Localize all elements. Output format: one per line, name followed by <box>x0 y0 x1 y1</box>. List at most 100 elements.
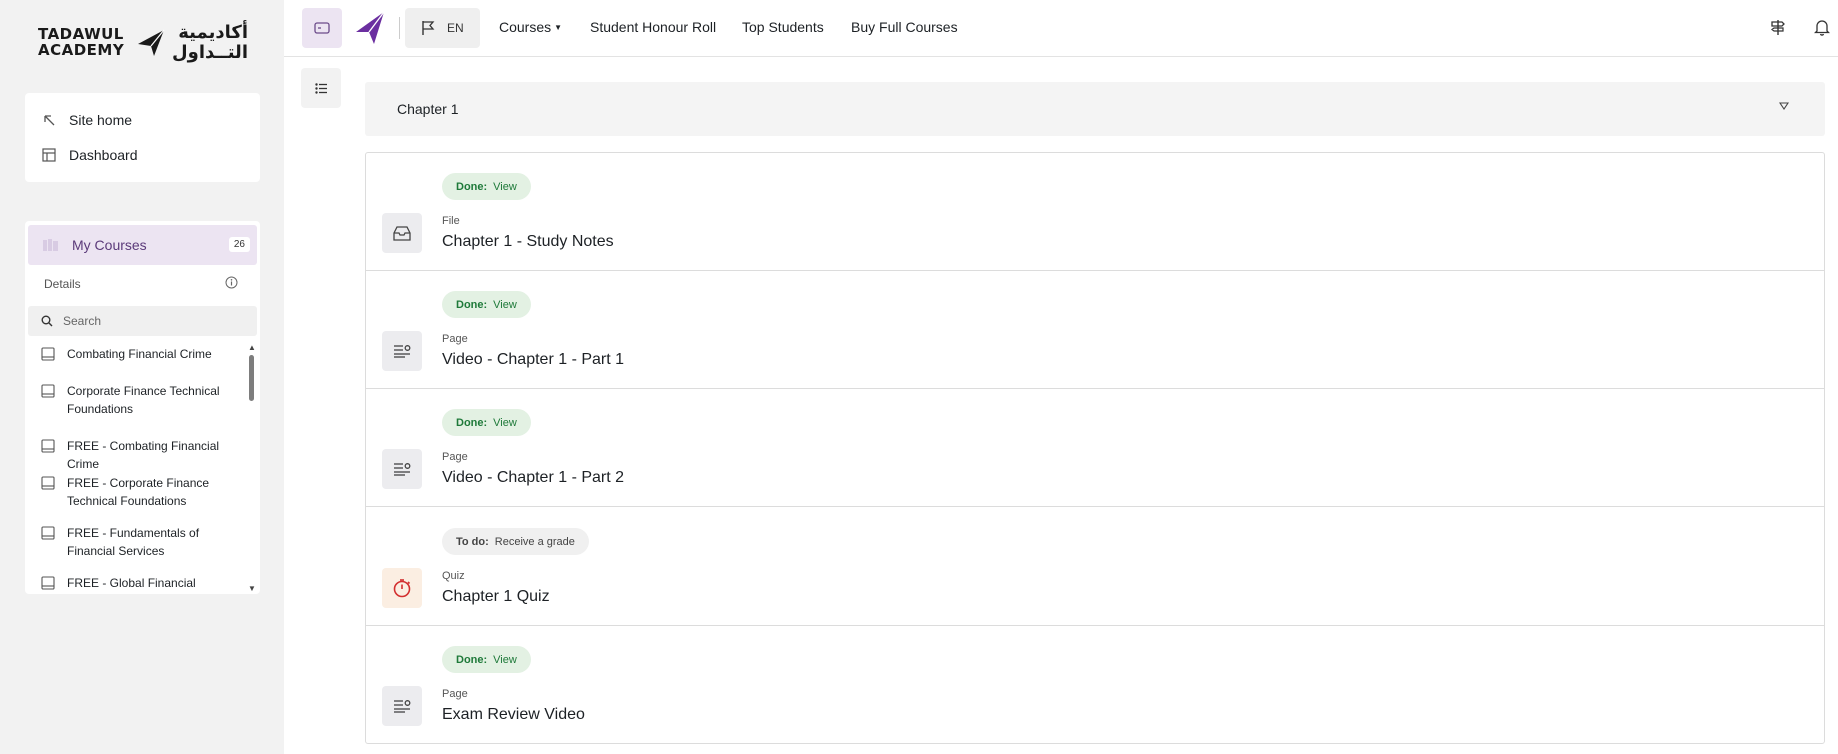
book-icon <box>41 476 55 490</box>
quiz-timer-icon <box>382 568 422 608</box>
completion-status-text: View <box>493 180 517 193</box>
courses-menu-label: Courses <box>499 19 552 35</box>
page-icon <box>382 449 422 489</box>
list-item[interactable]: FREE - Corporate Finance Technical Found… <box>41 474 241 510</box>
activity-type: Page <box>442 451 468 463</box>
nav-site-home-label: Site home <box>69 112 133 128</box>
completion-status-text: View <box>493 416 517 429</box>
buy-full-courses-link[interactable]: Buy Full Courses <box>851 19 958 35</box>
logo-plane-icon <box>138 29 165 56</box>
activity-type: Page <box>442 333 468 345</box>
language-button[interactable]: EN <box>405 8 480 48</box>
nav-site-home[interactable]: Site home <box>41 110 132 130</box>
section-header[interactable]: Chapter 1 <box>365 82 1825 136</box>
left-drawer: TADAWUL ACADEMY أكاديمية التــداول Site … <box>0 0 284 754</box>
my-courses-count-badge: 26 <box>228 237 250 252</box>
activity-name-link[interactable]: Exam Review Video <box>442 706 585 724</box>
completion-status-label: Done: <box>456 298 488 311</box>
language-label: EN <box>447 21 464 35</box>
dashboard-icon <box>41 147 57 163</box>
completion-status-text: View <box>493 298 517 311</box>
completion-status-badge[interactable]: To do: Receive a grade <box>442 528 589 555</box>
completion-status-badge[interactable]: Done: View <box>442 409 531 436</box>
completion-status-label: Done: <box>456 416 488 429</box>
book-icon <box>41 347 55 361</box>
student-honour-roll-link[interactable]: Student Honour Roll <box>590 19 716 35</box>
activity-item: Done: View Page Video - Chapter 1 - Part… <box>366 389 1824 507</box>
scrollbar-thumb[interactable] <box>249 355 254 401</box>
activity-item: Done: View Page Exam Review Video <box>366 626 1824 744</box>
list-item-label: FREE - Combating Financial Crime <box>67 439 220 471</box>
brand-plane-icon[interactable] <box>354 10 386 46</box>
courses-books-icon <box>42 238 60 252</box>
book-icon <box>41 526 55 540</box>
list-item[interactable]: FREE - Global Financial <box>41 574 241 591</box>
flag-icon <box>421 20 435 36</box>
collapse-triangle-icon[interactable] <box>1778 102 1790 113</box>
my-courses-card: My Courses 26 Details Combating Financia… <box>25 221 260 594</box>
list-item[interactable]: Corporate Finance Technical Foundations <box>41 382 241 418</box>
activity-name-link[interactable]: Chapter 1 Quiz <box>442 588 550 606</box>
tadawul-academy-logo[interactable]: TADAWUL ACADEMY أكاديمية التــداول <box>38 22 248 66</box>
page-icon <box>382 331 422 371</box>
course-index-toggle-button[interactable] <box>301 68 341 108</box>
section-title: Chapter 1 <box>397 101 459 117</box>
my-courses-label: My Courses <box>72 237 147 253</box>
details-label: Details <box>44 277 81 291</box>
activity-item: Done: View File Chapter 1 - Study Notes <box>366 153 1824 271</box>
activity-type: File <box>442 215 460 227</box>
completion-status-badge[interactable]: Done: View <box>442 291 531 318</box>
signpost-icon[interactable] <box>1770 18 1786 36</box>
activity-name-link[interactable]: Video - Chapter 1 - Part 1 <box>442 351 624 369</box>
completion-status-badge[interactable]: Done: View <box>442 173 531 200</box>
completion-status-label: To do: <box>456 535 489 548</box>
book-icon <box>41 384 55 398</box>
completion-status-text: Receive a grade <box>494 535 575 548</box>
course-list-scrollbar[interactable]: ▲ ▼ <box>247 343 257 593</box>
course-search-box <box>28 306 257 336</box>
top-students-link[interactable]: Top Students <box>742 19 824 35</box>
chevron-down-icon: ▼ <box>554 23 563 32</box>
list-item[interactable]: Combating Financial Crime <box>41 345 241 363</box>
search-icon <box>41 315 53 327</box>
activity-name-link[interactable]: Chapter 1 - Study Notes <box>442 233 614 251</box>
list-item-label: Corporate Finance Technical Foundations <box>67 384 220 416</box>
logo-latin-line2: ACADEMY <box>38 41 125 59</box>
courses-menu[interactable]: Courses ▼ <box>499 19 562 35</box>
file-icon <box>382 213 422 253</box>
scroll-up-arrow-icon[interactable]: ▲ <box>248 343 256 352</box>
activity-name-link[interactable]: Video - Chapter 1 - Part 2 <box>442 469 624 487</box>
book-icon <box>41 576 55 590</box>
sidebar-toggle-icon <box>314 22 330 34</box>
activity-item: Done: View Page Video - Chapter 1 - Part… <box>366 271 1824 389</box>
completion-status-text: View <box>493 653 517 666</box>
completion-status-badge[interactable]: Done: View <box>442 646 531 673</box>
arrow-up-left-icon <box>41 112 57 128</box>
top-navbar: EN Courses ▼ Student Honour Roll Top Stud… <box>284 0 1838 57</box>
activity-item: To do: Receive a grade Quiz Chapter 1 Qu… <box>366 508 1824 626</box>
activity-type: Page <box>442 688 468 700</box>
info-icon[interactable] <box>225 276 238 294</box>
completion-status-label: Done: <box>456 653 488 666</box>
my-courses-header[interactable]: My Courses 26 <box>28 225 257 265</box>
activity-type: Quiz <box>442 570 465 582</box>
book-icon <box>41 439 55 453</box>
bell-icon[interactable] <box>1814 18 1830 36</box>
nav-dashboard-label: Dashboard <box>69 147 138 163</box>
list-item[interactable]: FREE - Fundamentals of Financial Service… <box>41 524 241 560</box>
list-item-label: FREE - Fundamentals of Financial Service… <box>67 526 200 558</box>
list-item[interactable]: FREE - Combating Financial Crime <box>41 437 241 473</box>
logo-latin-line1: TADAWUL <box>38 25 124 43</box>
drawer-toggle-button[interactable] <box>302 8 342 48</box>
course-search-input[interactable] <box>63 314 243 328</box>
list-item-label: FREE - Corporate Finance Technical Found… <box>67 476 210 508</box>
list-icon <box>315 82 327 94</box>
completion-status-label: Done: <box>456 180 488 193</box>
course-list: Combating Financial Crime Corporate Fina… <box>25 345 247 591</box>
list-item-label: Combating Financial Crime <box>67 347 212 361</box>
primary-nav-card: Site home Dashboard <box>25 93 260 182</box>
page-icon <box>382 686 422 726</box>
scroll-down-arrow-icon[interactable]: ▼ <box>248 584 256 593</box>
nav-dashboard[interactable]: Dashboard <box>41 145 138 165</box>
navbar-divider <box>399 17 400 39</box>
